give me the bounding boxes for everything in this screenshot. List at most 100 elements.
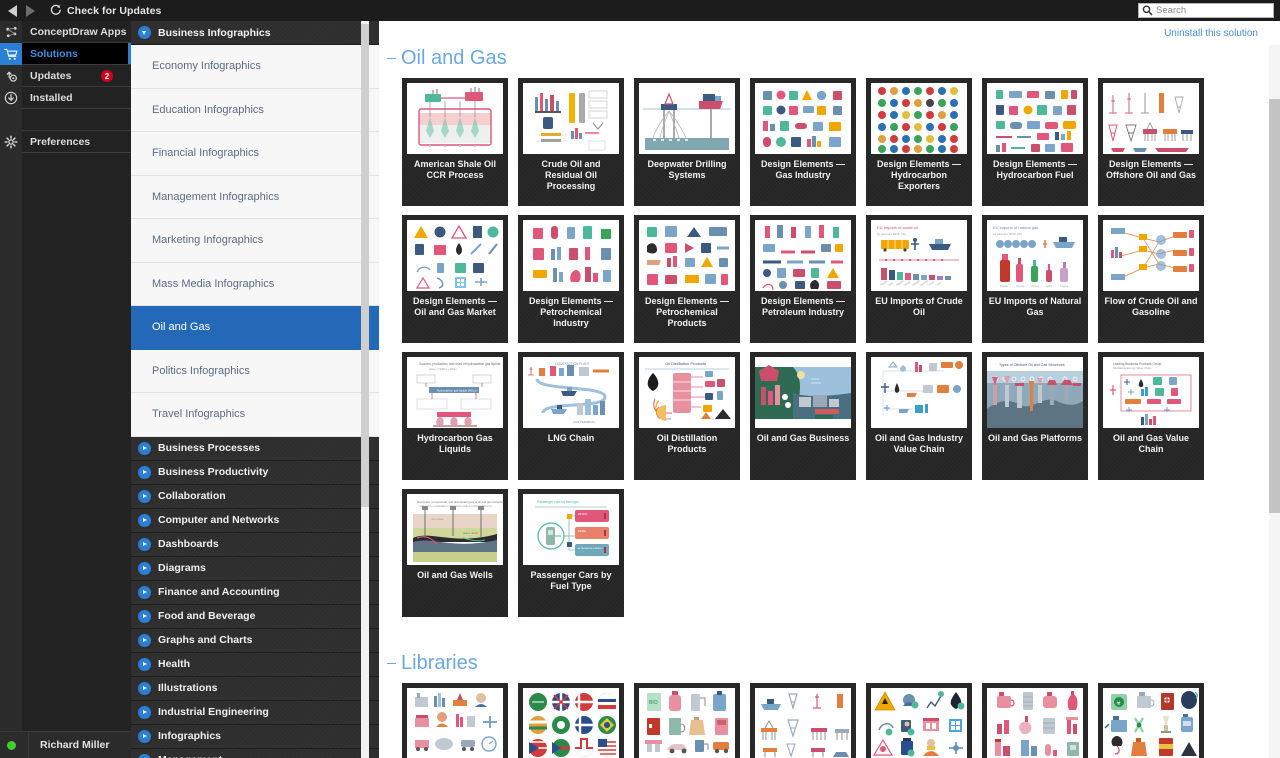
category-group-dashboards[interactable]: Dashboards	[131, 532, 379, 557]
sample-thumbnail	[639, 83, 735, 154]
sample-card[interactable]: Design Elements — Gas Industry	[750, 78, 856, 206]
category-group-business-infographics[interactable]: Business Infographics	[131, 21, 379, 45]
category-item-marketing-infographics[interactable]: Marketing Infographics	[131, 219, 379, 263]
sample-card[interactable]: Horizontal, conventional, and directiona…	[402, 489, 508, 617]
category-group-collaboration[interactable]: Collaboration	[131, 484, 379, 509]
check-for-updates-button[interactable]: Check for Updates	[49, 4, 161, 17]
updates-icon[interactable]	[0, 65, 22, 87]
arrow-left-icon[interactable]	[8, 4, 17, 17]
category-item-financial-infographics[interactable]: Financial Infographics	[131, 132, 379, 176]
category-group-industrial-engineering[interactable]: Industrial Engineering	[131, 700, 379, 725]
chevron-right-icon	[138, 585, 151, 599]
library-card[interactable]: Gas Industry	[402, 683, 508, 758]
arrow-right-icon[interactable]	[26, 4, 35, 17]
library-card[interactable]: ☣ Petrochemical Products	[1098, 683, 1204, 758]
rail-spacer	[0, 109, 22, 131]
sample-thumbnail	[523, 83, 619, 154]
sample-label: Oil and Gas Value Chain	[1112, 433, 1190, 454]
library-card[interactable]: Hydrocarbon Exporters	[518, 683, 624, 758]
search-input[interactable]	[1156, 4, 1266, 17]
category-item-politics-infographics[interactable]: Politics Infographics	[131, 349, 379, 393]
section-header-oil-and-gas[interactable]: Oil and Gas	[387, 47, 1280, 70]
sample-card[interactable]: Deepwater Drilling Systems	[634, 78, 740, 206]
chevron-right-icon	[138, 513, 151, 527]
user-account-row[interactable]: Richard Miller	[0, 731, 131, 758]
sidebar-item-updates[interactable]: Updates 2	[22, 65, 131, 87]
sample-card[interactable]: Oil and Gas Business	[750, 352, 856, 480]
category-group-health[interactable]: Health	[131, 652, 379, 677]
sample-card[interactable]: Design Elements — Petrochemical Industry	[518, 215, 624, 343]
chevron-right-icon	[138, 705, 151, 719]
sample-card[interactable]: LIQUEFACTION PLANT LNG TERMINAL LNG Chai…	[518, 352, 624, 480]
svg-text:by partners 2018, (%): by partners 2018, (%)	[993, 232, 1022, 236]
sample-card[interactable]: American Shale Oil CCR Process	[402, 78, 508, 206]
chevron-right-icon	[138, 561, 151, 575]
collapse-minus-icon[interactable]	[387, 662, 396, 665]
category-group-finance-and-accounting[interactable]: Finance and Accounting	[131, 580, 379, 605]
search-box[interactable]	[1138, 3, 1274, 18]
sample-label: Design Elements — Petroleum Industry	[760, 296, 846, 317]
library-thumbnail: BIO	[639, 688, 735, 758]
sample-card[interactable]: Flow of Crude Oil and Gasoline	[1098, 215, 1204, 343]
category-group-computer-and-networks[interactable]: Computer and Networks	[131, 508, 379, 533]
category-group-illustrations[interactable]: Illustrations	[131, 676, 379, 701]
chevron-right-icon	[138, 681, 151, 695]
category-group-business-processes[interactable]: Business Processes	[131, 436, 379, 461]
sample-card[interactable]: Crude Oil and Residual Oil Processing	[518, 78, 624, 206]
download-icon[interactable]	[0, 87, 22, 109]
library-card[interactable]: Petrochemical Industry	[982, 683, 1088, 758]
sidebar-item-conceptdraw-apps[interactable]: ConceptDraw Apps	[22, 21, 131, 43]
category-group-graphs-and-charts[interactable]: Graphs and Charts	[131, 628, 379, 653]
category-item-education-infographics[interactable]: Education Infographics	[131, 88, 379, 132]
sample-label: Oil and Gas Industry Value Chain	[874, 433, 964, 454]
sample-card[interactable]: Sources, production, and uses of hydroca…	[402, 352, 508, 480]
section-header-libraries[interactable]: Libraries	[387, 652, 1280, 675]
category-group-management[interactable]: Management	[131, 748, 379, 758]
sample-card[interactable]: Types of Offshore Oil and Gas Structures	[982, 352, 1088, 480]
category-group-diagrams[interactable]: Diagrams	[131, 556, 379, 581]
chevron-right-icon	[138, 609, 151, 623]
sample-card[interactable]: Leading Business Products Group Worldwid…	[1098, 352, 1204, 480]
sample-thumbnail	[523, 220, 619, 291]
category-item-management-infographics[interactable]: Management Infographics	[131, 175, 379, 219]
sample-card[interactable]: Design Elements — Hydrocarbon Exporters	[866, 78, 972, 206]
chevron-right-icon	[138, 537, 151, 551]
apps-icon[interactable]	[0, 21, 22, 43]
category-scrollbar-thumb[interactable]	[361, 24, 369, 507]
category-group-label: Infographics	[158, 730, 222, 742]
sample-card[interactable]: Design Elements — Offshore Oil and Gas	[1098, 78, 1204, 206]
sample-card[interactable]: Design Elements — Oil and Gas Market	[402, 215, 508, 343]
cart-icon[interactable]	[0, 43, 22, 65]
svg-text:Hydrocarbon gas liquids (HGLs): Hydrocarbon gas liquids (HGLs)	[437, 389, 477, 393]
sidebar-item-solutions[interactable]: Solutions	[22, 43, 131, 65]
sample-card[interactable]: EU Imports of crude oil by partners 2018…	[866, 215, 972, 343]
category-group-food-and-beverage[interactable]: Food and Beverage	[131, 604, 379, 629]
category-item-oil-and-gas[interactable]: Oil and Gas	[131, 306, 379, 350]
category-item-mass-media-infographics[interactable]: Mass Media Infographics	[131, 262, 379, 306]
gear-icon[interactable]	[0, 131, 22, 153]
sample-card[interactable]: Design Elements — Petroleum Industry	[750, 215, 856, 343]
sidebar-item-installed[interactable]: Installed	[22, 87, 131, 109]
sample-card[interactable]: Passenger cars by fuel type PETROL DIESE…	[518, 489, 624, 617]
sample-card[interactable]: Oil Distillation Products Oil Distillati…	[634, 352, 740, 480]
sample-card[interactable]: Design Elements — Hydrocarbon Fuel	[982, 78, 1088, 206]
library-card[interactable]: Offshore Oil and Gas	[750, 683, 856, 758]
uninstall-solution-link[interactable]: Uninstall this solution	[1164, 28, 1258, 39]
category-item-travel-infographics[interactable]: Travel Infographics	[131, 393, 379, 437]
library-card[interactable]: Oil and Gas Market	[866, 683, 972, 758]
main-scrollbar-thumb[interactable]	[1269, 99, 1280, 513]
category-group-business-productivity[interactable]: Business Productivity	[131, 460, 379, 485]
svg-text:Nigeria: Nigeria	[1060, 284, 1069, 288]
category-item-economy-infographics[interactable]: Economy Infographics	[131, 45, 379, 89]
sample-card[interactable]: EU imports of natural gas by partners 20…	[982, 215, 1088, 343]
sample-card[interactable]: Design Elements — Petrochemical Products	[634, 215, 740, 343]
sample-thumbnail	[407, 220, 503, 291]
collapse-minus-icon[interactable]	[387, 57, 396, 60]
library-thumbnail	[523, 688, 619, 758]
library-card[interactable]: BIO Hydrocarbon Fuel	[634, 683, 740, 758]
category-group-infographics[interactable]: Infographics	[131, 724, 379, 749]
sample-label: Oil Distillation Products	[656, 433, 718, 454]
sidebar-item-preferences[interactable]: Preferences	[22, 131, 131, 153]
sample-card[interactable]: Oil and Gas Industry Value Chain	[866, 352, 972, 480]
svg-text:Worldwide Energy Value Chain: Worldwide Energy Value Chain	[1113, 366, 1152, 370]
